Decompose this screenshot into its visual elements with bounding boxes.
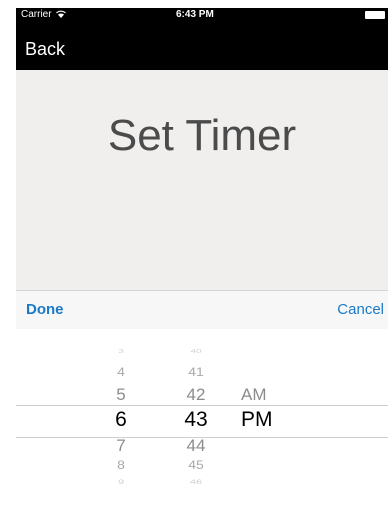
minute-option[interactable]: 40 (161, 349, 231, 355)
hour-option[interactable]: 3 (86, 349, 156, 355)
hour-option[interactable]: 7 (86, 437, 156, 454)
battery-icon (365, 11, 385, 19)
carrier-label: Carrier (21, 8, 67, 22)
minute-option[interactable]: 41 (161, 366, 231, 378)
ampm-option[interactable]: AM (241, 386, 301, 403)
hour-option[interactable]: 8 (86, 459, 156, 471)
phone-screen: Carrier 6:43 PM Back Set Timer Done Canc… (16, 8, 388, 518)
ampm-option[interactable]: PM (241, 409, 301, 430)
status-time: 6:43 PM (176, 9, 214, 20)
minute-option[interactable]: 43 (161, 409, 231, 430)
done-button[interactable]: Done (26, 301, 64, 318)
picker-toolbar: Done Cancel (16, 290, 388, 330)
minute-option[interactable]: 44 (161, 437, 231, 454)
screenshot-frame: Carrier 6:43 PM Back Set Timer Done Canc… (0, 0, 388, 518)
hour-picker-column[interactable]: 3 4 5 6 7 8 9 (86, 329, 156, 518)
navigation-bar: Back (16, 22, 388, 70)
wifi-icon (56, 10, 67, 18)
back-button[interactable]: Back (25, 39, 65, 60)
status-bar: Carrier 6:43 PM (16, 8, 388, 22)
carrier-text: Carrier (21, 9, 52, 20)
minute-option[interactable]: 45 (161, 459, 231, 471)
ampm-picker-column[interactable]: AM PM (241, 329, 331, 518)
hour-option[interactable]: 6 (86, 409, 156, 430)
time-picker[interactable]: 3456789 40 41 42 43 44 45 46 AM PM (16, 329, 388, 518)
minute-option[interactable]: 46 (161, 479, 231, 485)
hour-option[interactable]: 4 (86, 366, 156, 378)
page-title: Set Timer (107, 111, 297, 160)
minute-option[interactable]: 42 (161, 386, 231, 403)
hour-option[interactable]: 5 (86, 386, 156, 403)
minute-picker-column[interactable]: 40 41 42 43 44 45 46 (161, 329, 231, 518)
hour-option[interactable]: 9 (86, 479, 156, 485)
cancel-button[interactable]: Cancel (337, 301, 384, 318)
